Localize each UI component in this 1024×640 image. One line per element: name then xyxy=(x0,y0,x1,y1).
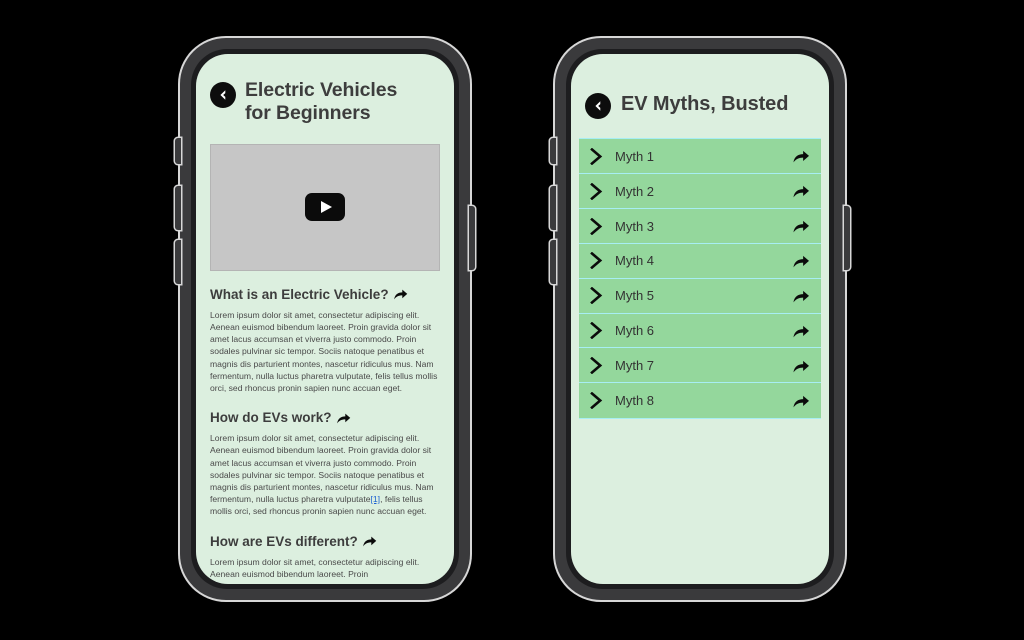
power-button[interactable] xyxy=(844,206,850,270)
article-section: How are EVs different? Lorem ipsum dolor… xyxy=(210,534,440,580)
section-paragraph: Lorem ipsum dolor sit amet, consectetur … xyxy=(210,556,440,580)
volume-down-button[interactable] xyxy=(175,240,181,284)
section-heading-row: How are EVs different? xyxy=(210,534,440,549)
chevron-right-icon[interactable] xyxy=(590,217,603,235)
share-arrow-icon[interactable] xyxy=(362,534,377,548)
myth-list-item-label: Myth 8 xyxy=(615,393,655,409)
myth-list-item[interactable]: Myth 1 xyxy=(579,138,821,175)
section-heading: What is an Electric Vehicle? xyxy=(210,286,389,302)
volume-up-button[interactable] xyxy=(550,186,556,230)
myth-list-item-label: Myth 7 xyxy=(615,358,655,374)
chevron-right-icon[interactable] xyxy=(590,147,603,165)
play-triangle xyxy=(320,201,332,214)
myth-list-item-label: Myth 3 xyxy=(615,218,655,234)
section-heading: How do EVs work? xyxy=(210,410,332,426)
myth-list-item-label: Myth 4 xyxy=(615,253,655,269)
paragraph-text-pre: Lorem ipsum dolor sit amet, consectetur … xyxy=(210,556,420,579)
section-paragraph: Lorem ipsum dolor sit amet, consectetur … xyxy=(210,309,440,394)
section-paragraph: Lorem ipsum dolor sit amet, consectetur … xyxy=(210,432,440,517)
myth-list-item[interactable]: Myth 7 xyxy=(579,347,821,384)
youtube-play-icon[interactable] xyxy=(305,193,345,222)
phone-mockup-myths: EV Myths, Busted Myth 1 Myth 2 Myth 3 Myth … xyxy=(550,38,850,600)
phone-mockup-article: Electric Vehicles for Beginners What is … xyxy=(175,38,475,600)
myth-list-item-label: Myth 2 xyxy=(615,183,655,199)
back-circle-icon[interactable] xyxy=(585,93,611,119)
share-arrow-icon[interactable] xyxy=(792,323,810,339)
myth-list-item[interactable]: Myth 5 xyxy=(579,277,821,315)
chevron-right-icon[interactable] xyxy=(590,287,603,305)
myth-list-item[interactable]: Myth 8 xyxy=(579,382,821,419)
section-heading-row: How do EVs work? xyxy=(210,410,440,425)
myth-list-item-label: Myth 6 xyxy=(615,323,655,339)
page-title-line2: for Beginners xyxy=(245,102,371,125)
section-heading-row: What is an Electric Vehicle? xyxy=(210,287,440,302)
share-arrow-icon[interactable] xyxy=(792,288,810,304)
video-player-placeholder[interactable] xyxy=(210,143,440,271)
article-body: What is an Electric Vehicle? Lorem ipsum… xyxy=(196,287,454,580)
share-arrow-icon[interactable] xyxy=(336,411,351,425)
volume-down-button[interactable] xyxy=(550,240,556,284)
article-header: Electric Vehicles for Beginners xyxy=(196,54,454,126)
myth-list-item-label: Myth 5 xyxy=(615,288,655,304)
chevron-right-icon[interactable] xyxy=(590,357,603,375)
phone-bezel: Electric Vehicles for Beginners What is … xyxy=(191,49,459,589)
phone-screen-myths: EV Myths, Busted Myth 1 Myth 2 Myth 3 Myth … xyxy=(571,54,829,584)
section-heading: How are EVs different? xyxy=(210,533,358,549)
article-section: How do EVs work? Lorem ipsum dolor sit a… xyxy=(210,410,440,517)
article-scroll-area[interactable]: Electric Vehicles for Beginners What is … xyxy=(196,54,454,584)
myths-list: Myth 1 Myth 2 Myth 3 Myth 4 Myth 5 Myth 6 Myth… xyxy=(571,138,829,419)
chevron-right-icon[interactable] xyxy=(590,322,603,340)
myth-list-item[interactable]: Myth 6 xyxy=(579,312,821,350)
chevron-right-icon[interactable] xyxy=(590,182,603,200)
share-arrow-icon[interactable] xyxy=(393,287,408,301)
myth-list-item[interactable]: Myth 4 xyxy=(579,242,821,280)
mute-switch[interactable] xyxy=(550,138,556,164)
share-arrow-icon[interactable] xyxy=(792,358,810,374)
paragraph-text-pre: Lorem ipsum dolor sit amet, consectetur … xyxy=(210,309,438,393)
myths-header: EV Myths, Busted xyxy=(571,54,829,119)
article-section: What is an Electric Vehicle? Lorem ipsum… xyxy=(210,287,440,394)
myth-list-item[interactable]: Myth 2 xyxy=(579,172,821,210)
chevron-right-icon[interactable] xyxy=(590,252,603,270)
back-circle-icon[interactable] xyxy=(210,82,236,108)
myth-list-item-label: Myth 1 xyxy=(615,148,655,164)
power-button[interactable] xyxy=(469,206,475,270)
page-title: EV Myths, Busted xyxy=(621,93,789,115)
volume-up-button[interactable] xyxy=(175,186,181,230)
screenshot-stage: Electric Vehicles for Beginners What is … xyxy=(0,0,1024,640)
citation-link[interactable]: [1] xyxy=(371,494,381,504)
page-title: Electric Vehicles for Beginners xyxy=(245,79,397,126)
page-title-line1: Electric Vehicles xyxy=(245,79,398,101)
share-arrow-icon[interactable] xyxy=(792,253,810,269)
share-arrow-icon[interactable] xyxy=(792,148,810,164)
share-arrow-icon[interactable] xyxy=(792,393,810,409)
phone-screen-article: Electric Vehicles for Beginners What is … xyxy=(196,54,454,584)
phone-bezel: EV Myths, Busted Myth 1 Myth 2 Myth 3 Myth … xyxy=(566,49,834,589)
chevron-right-icon[interactable] xyxy=(590,392,603,410)
mute-switch[interactable] xyxy=(175,138,181,164)
myth-list-item[interactable]: Myth 3 xyxy=(579,207,821,245)
share-arrow-icon[interactable] xyxy=(792,218,810,234)
share-arrow-icon[interactable] xyxy=(792,183,810,199)
